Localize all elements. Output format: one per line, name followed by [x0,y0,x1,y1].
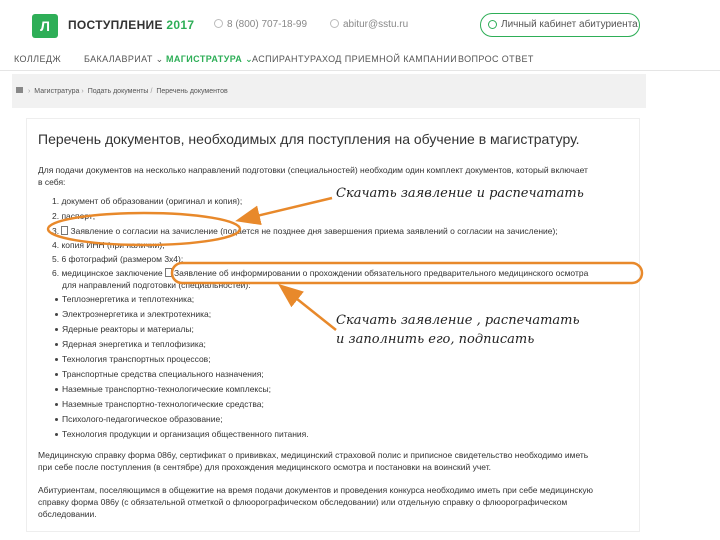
list-item-6-continuation: для направлений подготовки (специальност… [62,280,251,290]
dorm-paragraph-line2: справку форма 086у (с обязательной отмет… [38,497,568,507]
list-item: Технология транспортных процессов; [55,354,211,364]
list-item: Ядерная энергетика и теплофизика; [55,339,206,349]
breadcrumb-item-submit[interactable]: Подать документы [88,88,149,95]
phone-icon [214,19,223,28]
list-item-4: 4. копия ИНН (при наличии); [52,240,165,250]
dorm-paragraph-line1: Абитуриентам, поселяющимся в общежитие н… [38,485,593,495]
nav-faq[interactable]: ВОПРОС ОТВЕТ [458,54,534,64]
main-nav: КОЛЛЕДЖ БАКАЛАВРИАТ ⌄ МАГИСТРАТУРА ⌄ АСП… [0,48,720,72]
list-item: Технология продукции и организация общес… [55,429,309,439]
brand-year: 2017 [166,18,195,32]
list-item-2: 2. паспорт; [52,211,96,221]
cabinet-label: Личный кабинет абитуриента [501,19,638,30]
applicant-cabinet-button[interactable]: Личный кабинет абитуриента [480,13,640,37]
list-item: Теплоэнергетика и теплотехника; [54,294,195,304]
medical-paragraph-line2: при себе после поступления (в сентябре) … [38,462,492,472]
document-icon [61,226,69,235]
nav-college[interactable]: КОЛЛЕДЖ [14,54,61,64]
intro-paragraph-line2: в себя: [38,177,66,187]
phone-number: 8 (800) 707-18-99 [227,19,308,30]
brand-title[interactable]: ПОСТУПЛЕНИЕ 2017 [68,18,194,32]
breadcrumb-item-current: Перечень документов [156,88,228,95]
list-item-1: 1. документ об образовании (оригинал и к… [52,196,243,206]
list-item: Транспортные средства специального назна… [55,369,264,379]
list-item: Электроэнергетика и электротехника; [54,309,212,319]
document-icon [165,268,173,277]
nav-divider [0,70,720,71]
breadcrumb-item-master[interactable]: Магистратура [34,88,79,95]
medical-paragraph-line1: Медицинскую справку форма 086у, сертифик… [38,450,589,460]
nav-postgraduate[interactable]: АСПИРАНТУРА [252,54,322,64]
nav-master[interactable]: МАГИСТРАТУРА ⌄ [166,54,253,65]
email-address: abitur@sstu.ru [343,19,409,30]
annotation-note-download: Скачать заявление и распечатать [336,186,584,201]
user-icon [488,20,497,29]
annotation-note-line1: Скачать заявление , распечатать [336,313,580,328]
list-item-5: 5. 6 фотографий (размером 3х4); [52,254,184,264]
logo-icon[interactable]: Л [32,14,58,38]
list-item: Наземные транспортно-технологические ком… [55,384,271,394]
list-item-6: 6. медицинское заключение Заявление об и… [52,268,588,278]
list-item-3: 3. Заявление о согласии на зачисление (п… [52,226,558,236]
dorm-paragraph-line3: обследовании. [38,509,97,519]
list-item-6-text: 6. медицинское заключение [52,268,163,278]
list-item: Психолого-педагогическое образование; [55,414,223,424]
site-header: Л ПОСТУПЛЕНИЕ 2017 8 (800) 707-18-99 abi… [0,0,720,46]
phone-contact[interactable]: 8 (800) 707-18-99 [214,19,307,30]
list-item-3-number: 3. [52,226,60,236]
intro-paragraph-line1: Для подачи документов на несколько напра… [38,165,588,175]
mail-icon [330,19,339,28]
breadcrumb: › Магистратура › Подать документы / Перече… [16,87,228,95]
list-item: Наземные транспортно-технологические сре… [55,399,264,409]
annotation-note-download-fill: Скачать заявление , распечатать и заполн… [336,311,580,349]
home-icon[interactable] [16,87,23,93]
annotation-note-line2: и заполнить его, подписать [336,332,535,347]
nav-bachelor[interactable]: БАКАЛАВРИАТ ⌄ [84,54,164,65]
page-title: Перечень документов, необходимых для пос… [38,131,580,147]
list-item: Ядерные реакторы и материалы; [55,324,194,334]
consent-form-link[interactable]: Заявление о согласии на зачисление (пода… [70,226,557,236]
nav-admission-progress[interactable]: ХОД ПРИЕМНОЙ КАМПАНИИ [322,54,457,64]
medical-form-link[interactable]: Заявление об информировании о прохождени… [174,268,588,278]
brand-text: ПОСТУПЛЕНИЕ [68,18,163,32]
email-contact[interactable]: abitur@sstu.ru [330,19,408,30]
